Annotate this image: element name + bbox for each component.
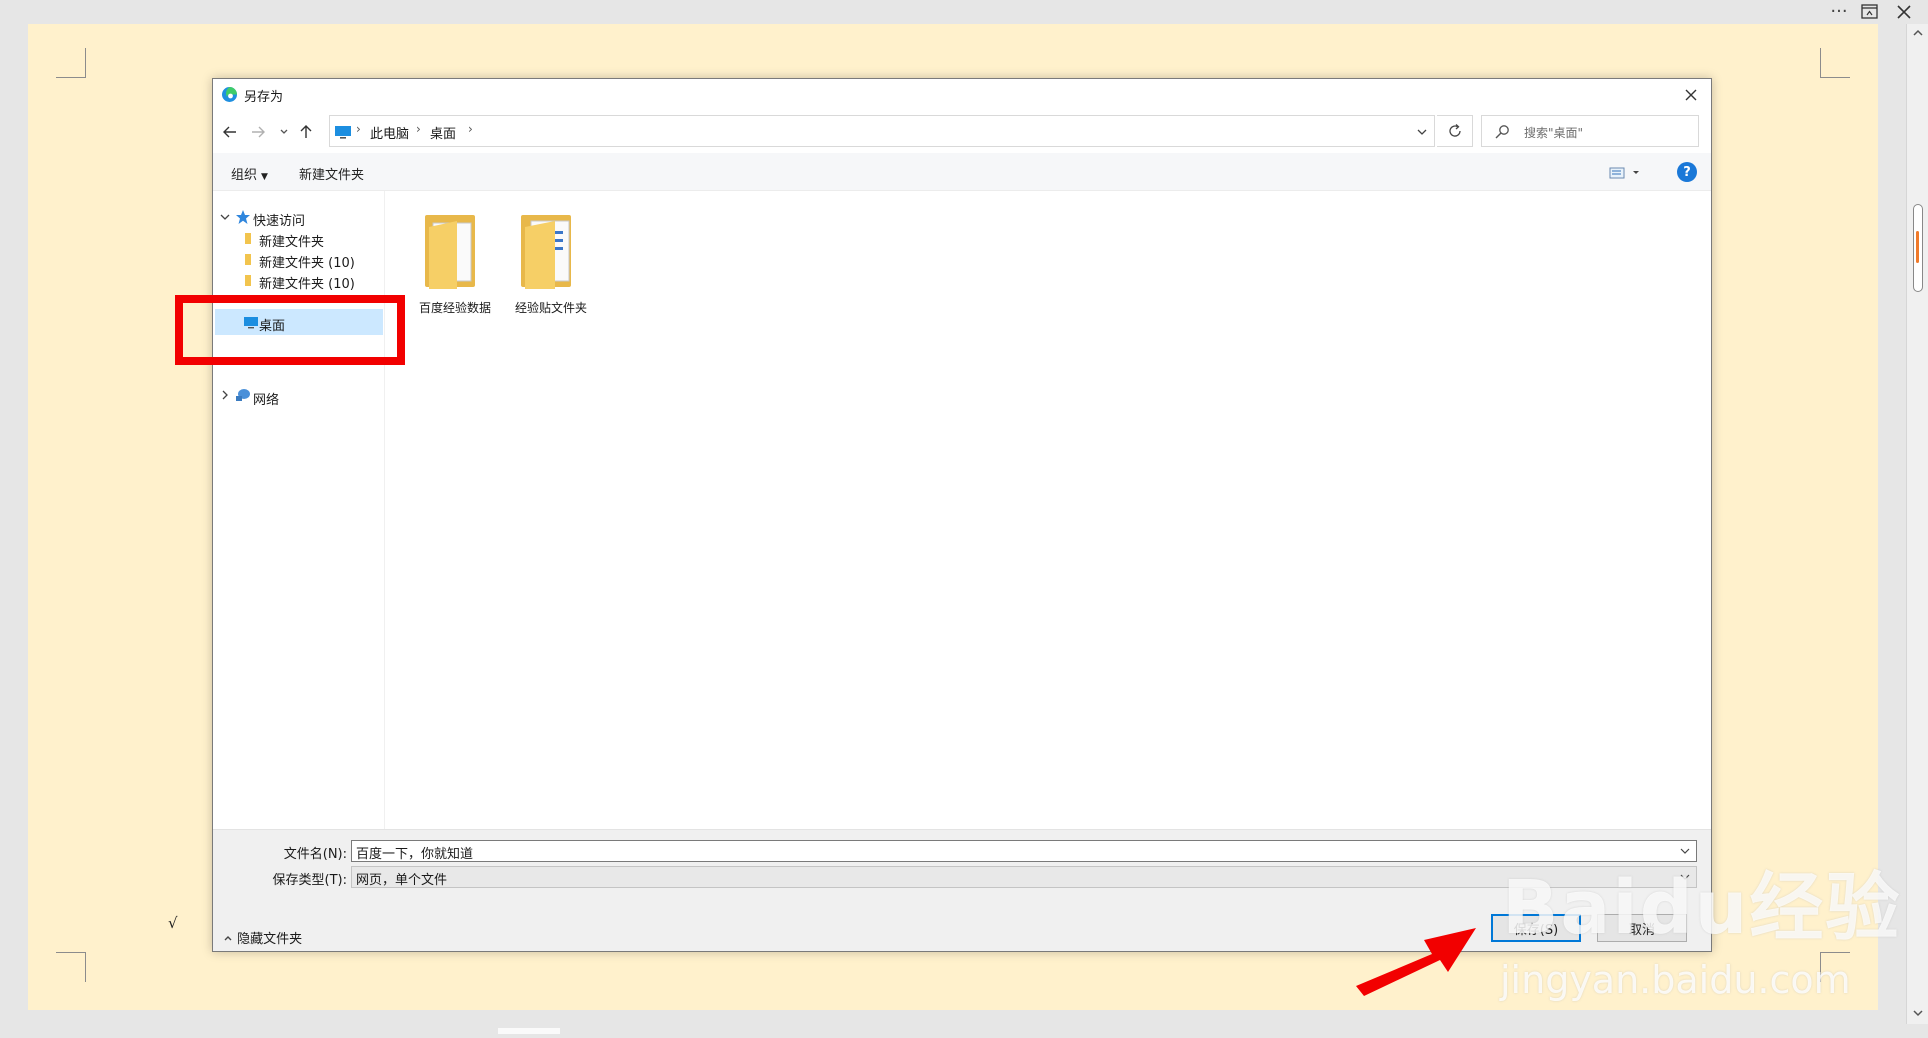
filetype-select[interactable]: 网页，单个文件 bbox=[351, 866, 1697, 888]
search-box[interactable]: 搜索"桌面" bbox=[1481, 115, 1699, 147]
dialog-title: 另存为 bbox=[244, 90, 284, 105]
filename-input[interactable]: 百度一下，你就知道 bbox=[351, 840, 1697, 862]
back-arrow-icon bbox=[223, 126, 236, 138]
refresh-icon bbox=[1448, 124, 1461, 137]
tree-item-quick-access[interactable]: 快速访问 bbox=[253, 210, 305, 229]
save-options-panel: 文件名(N): 百度一下，你就知道 保存类型(T): 网页，单个文件 隐藏文件夹… bbox=[213, 829, 1711, 951]
page-corner-mark bbox=[56, 952, 86, 982]
scroll-up-icon[interactable] bbox=[1912, 28, 1924, 38]
forward-button[interactable] bbox=[249, 123, 267, 141]
folder-with-documents-icon bbox=[521, 215, 571, 289]
breadcrumb-desktop[interactable]: 桌面 bbox=[430, 123, 456, 142]
page-corner-mark bbox=[56, 48, 86, 78]
highlight-box bbox=[175, 295, 405, 365]
horizontal-scrollbar[interactable] bbox=[0, 1024, 1906, 1038]
navigation-bar: › 此电脑 › 桌面 › 搜索"桌面" bbox=[213, 115, 1711, 149]
window-top-bar: ··· bbox=[0, 0, 1928, 24]
horizontal-scroll-thumb[interactable] bbox=[498, 1028, 560, 1034]
baidu-watermark-logo: Baidu经验 bbox=[1502, 865, 1902, 951]
dialog-close-button[interactable] bbox=[1681, 85, 1701, 105]
chevron-up-icon bbox=[224, 936, 232, 941]
restore-window-icon[interactable] bbox=[1858, 3, 1882, 21]
back-button[interactable] bbox=[221, 123, 239, 141]
hide-folders-label: 隐藏文件夹 bbox=[237, 932, 303, 947]
chevron-right-icon[interactable] bbox=[219, 389, 231, 401]
vertical-scrollbar[interactable] bbox=[1906, 24, 1928, 1024]
recent-locations-button[interactable] bbox=[275, 123, 293, 141]
folder-icon bbox=[245, 275, 251, 286]
filename-label: 文件名(N): bbox=[283, 847, 347, 862]
close-icon bbox=[1685, 89, 1697, 101]
baidu-watermark-domain: jingyan.baidu.com bbox=[1500, 958, 1851, 1002]
page-corner-mark bbox=[1820, 48, 1850, 78]
file-list: 百度经验数据 经验贴文件夹 bbox=[385, 191, 1711, 829]
filetype-value: 网页，单个文件 bbox=[356, 873, 448, 888]
tree-item-network[interactable]: 网络 bbox=[253, 389, 279, 408]
refresh-button[interactable] bbox=[1437, 115, 1473, 147]
scroll-down-icon[interactable] bbox=[1912, 1008, 1924, 1018]
save-as-dialog: 另存为 › 此电脑 › 桌面 › 搜索"桌面" 组织 ▼ 新建文件夹 ? 快速访… bbox=[212, 78, 1712, 952]
tree-item-new-folder-10[interactable]: 新建文件夹 (10) bbox=[259, 273, 355, 292]
forward-arrow-icon bbox=[252, 126, 265, 138]
file-item[interactable]: 经验贴文件夹 bbox=[503, 209, 599, 315]
dialog-titlebar: 另存为 bbox=[213, 79, 1711, 109]
star-icon bbox=[236, 210, 250, 224]
organize-label: 组织 bbox=[231, 168, 258, 183]
caret-down-icon: ▼ bbox=[261, 172, 268, 182]
hide-folders-toggle[interactable]: 隐藏文件夹 bbox=[223, 928, 302, 947]
breadcrumb-separator: › bbox=[468, 122, 473, 136]
chevron-down-icon[interactable] bbox=[1414, 124, 1430, 140]
dialog-toolbar: 组织 ▼ 新建文件夹 ? bbox=[213, 153, 1711, 191]
computer-icon bbox=[335, 126, 351, 139]
new-folder-button[interactable]: 新建文件夹 bbox=[299, 164, 364, 183]
red-arrow-icon bbox=[1356, 928, 1476, 996]
search-placeholder: 搜索"桌面" bbox=[1524, 126, 1584, 140]
up-arrow-icon bbox=[300, 125, 312, 138]
folder-icon bbox=[245, 254, 251, 265]
file-item[interactable]: 百度经验数据 bbox=[407, 209, 503, 315]
breadcrumb-separator: › bbox=[416, 122, 421, 136]
up-button[interactable] bbox=[297, 123, 315, 141]
search-icon bbox=[1495, 125, 1509, 139]
folder-with-spreadsheet-icon bbox=[425, 215, 475, 289]
address-bar[interactable]: › 此电脑 › 桌面 › bbox=[329, 115, 1435, 147]
scrollbar-thumb[interactable] bbox=[1913, 204, 1923, 292]
filetype-label: 保存类型(T): bbox=[272, 873, 347, 888]
tree-item-new-folder[interactable]: 新建文件夹 bbox=[259, 231, 324, 250]
close-window-icon[interactable] bbox=[1892, 1, 1916, 23]
filename-value: 百度一下，你就知道 bbox=[356, 847, 474, 862]
chevron-down-icon[interactable] bbox=[219, 211, 231, 223]
chevron-down-icon bbox=[280, 129, 288, 134]
paragraph-mark: √ bbox=[168, 914, 178, 932]
edge-browser-icon bbox=[222, 87, 237, 102]
tree-item-new-folder-10[interactable]: 新建文件夹 (10) bbox=[259, 252, 355, 271]
organize-menu[interactable]: 组织 ▼ bbox=[231, 164, 268, 183]
breadcrumb-this-pc[interactable]: 此电脑 bbox=[370, 123, 409, 142]
more-options-icon[interactable]: ··· bbox=[1826, 0, 1852, 22]
file-name: 经验贴文件夹 bbox=[514, 301, 587, 315]
folder-icon bbox=[245, 233, 251, 244]
network-icon bbox=[236, 389, 250, 401]
navigation-pane: 快速访问 新建文件夹 新建文件夹 (10) 新建文件夹 (10) 桌面 网络 bbox=[213, 191, 385, 829]
help-icon[interactable]: ? bbox=[1677, 162, 1697, 182]
breadcrumb-separator: › bbox=[356, 122, 361, 136]
change-view-icon[interactable] bbox=[1609, 165, 1643, 181]
